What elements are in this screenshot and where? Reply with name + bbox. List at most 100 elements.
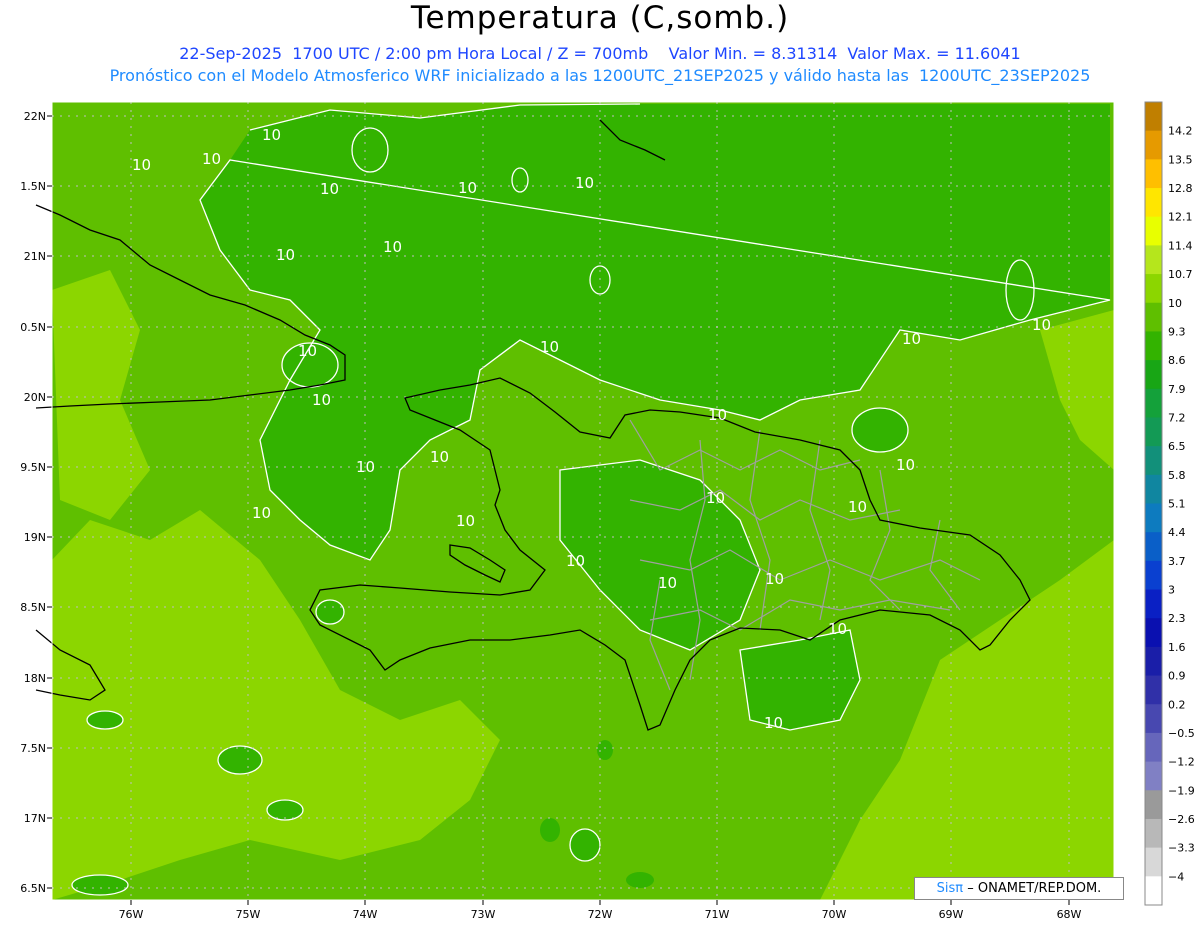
contour-label: 10 [828,620,847,638]
colorbar-swatch [1145,274,1162,304]
lon-label: 74W [353,908,378,921]
lon-label: 68W [1057,908,1082,921]
colorbar-label: 3.7 [1168,555,1186,568]
colorbar-label: 10 [1168,297,1182,310]
contour-label: 10 [765,570,784,588]
lon-label: 75W [236,908,261,921]
colorbar-swatch [1145,704,1162,734]
contour-label: 10 [566,552,585,570]
lon-label: 73W [471,908,496,921]
colorbar-label: 14.2 [1168,125,1193,138]
contour-label: 10 [848,498,867,516]
lat-label: 1.5N [20,180,46,193]
colorbar-label: 1.6 [1168,641,1186,654]
contour-label: 10 [1032,316,1051,334]
field-blob [540,818,560,842]
colorbar-label: −1.2 [1168,756,1195,769]
colorbar-swatch [1145,446,1162,476]
colorbar-label: 0.9 [1168,670,1186,683]
weather-map: 10 10 10 10 10 10 10 10 10 10 10 10 10 1… [20,101,1195,921]
contour-label: 10 [262,126,281,144]
colorbar-swatch [1145,761,1162,791]
lon-label: 69W [939,908,964,921]
longitude-axis: 76W 75W 74W 73W 72W 71W 70W 69W 68W [119,908,1082,921]
contour-label: 10 [658,574,677,592]
colorbar-swatch [1145,360,1162,390]
colorbar-swatch [1145,302,1162,332]
colorbar-swatch [1145,646,1162,677]
lat-label: 9.5N [20,461,46,474]
contour-label: 10 [540,338,559,356]
contour-label: 10 [764,714,783,732]
colorbar-label: 12.1 [1168,211,1193,224]
colorbar-label: 7.2 [1168,411,1186,424]
lon-label: 71W [705,908,730,921]
colorbar-swatch [1145,417,1162,447]
lon-label: 76W [119,908,144,921]
colorbar-swatch [1145,388,1162,418]
contour-label: 10 [298,342,317,360]
contour-label: 10 [252,504,271,522]
colorbar-label: −4 [1168,870,1184,883]
lat-label: 20N [24,391,46,404]
colorbar-swatch [1145,818,1162,849]
colorbar-swatch [1145,216,1162,246]
lat-label: 22N [24,110,46,123]
contour-label: 10 [706,489,725,507]
colorbar-swatch [1145,532,1162,562]
lat-label: 18N [24,672,46,685]
contour-label: 10 [896,456,915,474]
colorbar-swatch [1145,790,1162,820]
contour-label: 10 [356,458,375,476]
lon-label: 70W [822,908,847,921]
contour-label: 10 [456,512,475,530]
colorbar-label: 8.6 [1168,354,1186,367]
colorbar-swatch [1145,159,1162,189]
colorbar-label: 9.3 [1168,325,1186,338]
colorbar-label: 2.3 [1168,612,1186,625]
colorbar-swatch [1145,618,1162,648]
colorbar-label: 7.9 [1168,383,1186,396]
contour-label: 10 [276,246,295,264]
colorbar-swatch [1145,876,1162,906]
contour-label: 10 [320,180,339,198]
lat-label: 0.5N [20,321,46,334]
colorbar-label: 5.8 [1168,469,1186,482]
contour-label: 10 [430,448,449,466]
contour-label: 10 [132,156,151,174]
colorbar-label: −1.9 [1168,784,1195,797]
contour-label: 10 [708,406,727,424]
lon-label: 72W [588,908,613,921]
colorbar-swatch [1145,503,1162,533]
sispi-logo-text: Sisπ [936,881,964,896]
lat-label: 17N [24,812,46,825]
field-blob [597,740,613,760]
colorbar-label: 12.8 [1168,182,1193,195]
latitude-axis: 22N 1.5N 21N 0.5N 20N 9.5N 19N 8.5N 18N … [20,110,46,895]
lat-label: 21N [24,250,46,263]
colorbar-swatch [1145,188,1162,218]
contour-label: 10 [902,330,921,348]
colorbar-swatch [1145,675,1162,705]
colorbar-label: 4.4 [1168,526,1186,539]
lat-label: 8.5N [20,601,46,614]
colorbar-swatch [1145,245,1162,275]
colorbar-swatch [1145,732,1162,763]
colorbar-swatch [1145,589,1162,619]
colorbar-label: 11.4 [1168,239,1193,252]
colorbar-swatch [1145,560,1162,591]
colorbar-swatch [1145,102,1162,132]
credit-box: Sisπ – ONAMET/REP.DOM. [914,877,1124,900]
colorbar-label: 5.1 [1168,498,1186,511]
field-blob [626,872,654,888]
contour-label: 10 [202,150,221,168]
colorbar-label: 6.5 [1168,440,1186,453]
lat-label: 7.5N [20,742,46,755]
colorbar-label: 13.5 [1168,153,1193,166]
colorbar-label: 3 [1168,584,1175,597]
contour-label: 10 [383,238,402,256]
colorbar-swatch [1145,847,1162,877]
colorbar-swatch [1145,130,1162,160]
colorbar-swatch [1145,474,1162,504]
colorbar: 14.2 13.5 12.8 12.1 11.4 10.7 10 9.3 8.6 7.9 7.2 6.… [1144,101,1195,906]
